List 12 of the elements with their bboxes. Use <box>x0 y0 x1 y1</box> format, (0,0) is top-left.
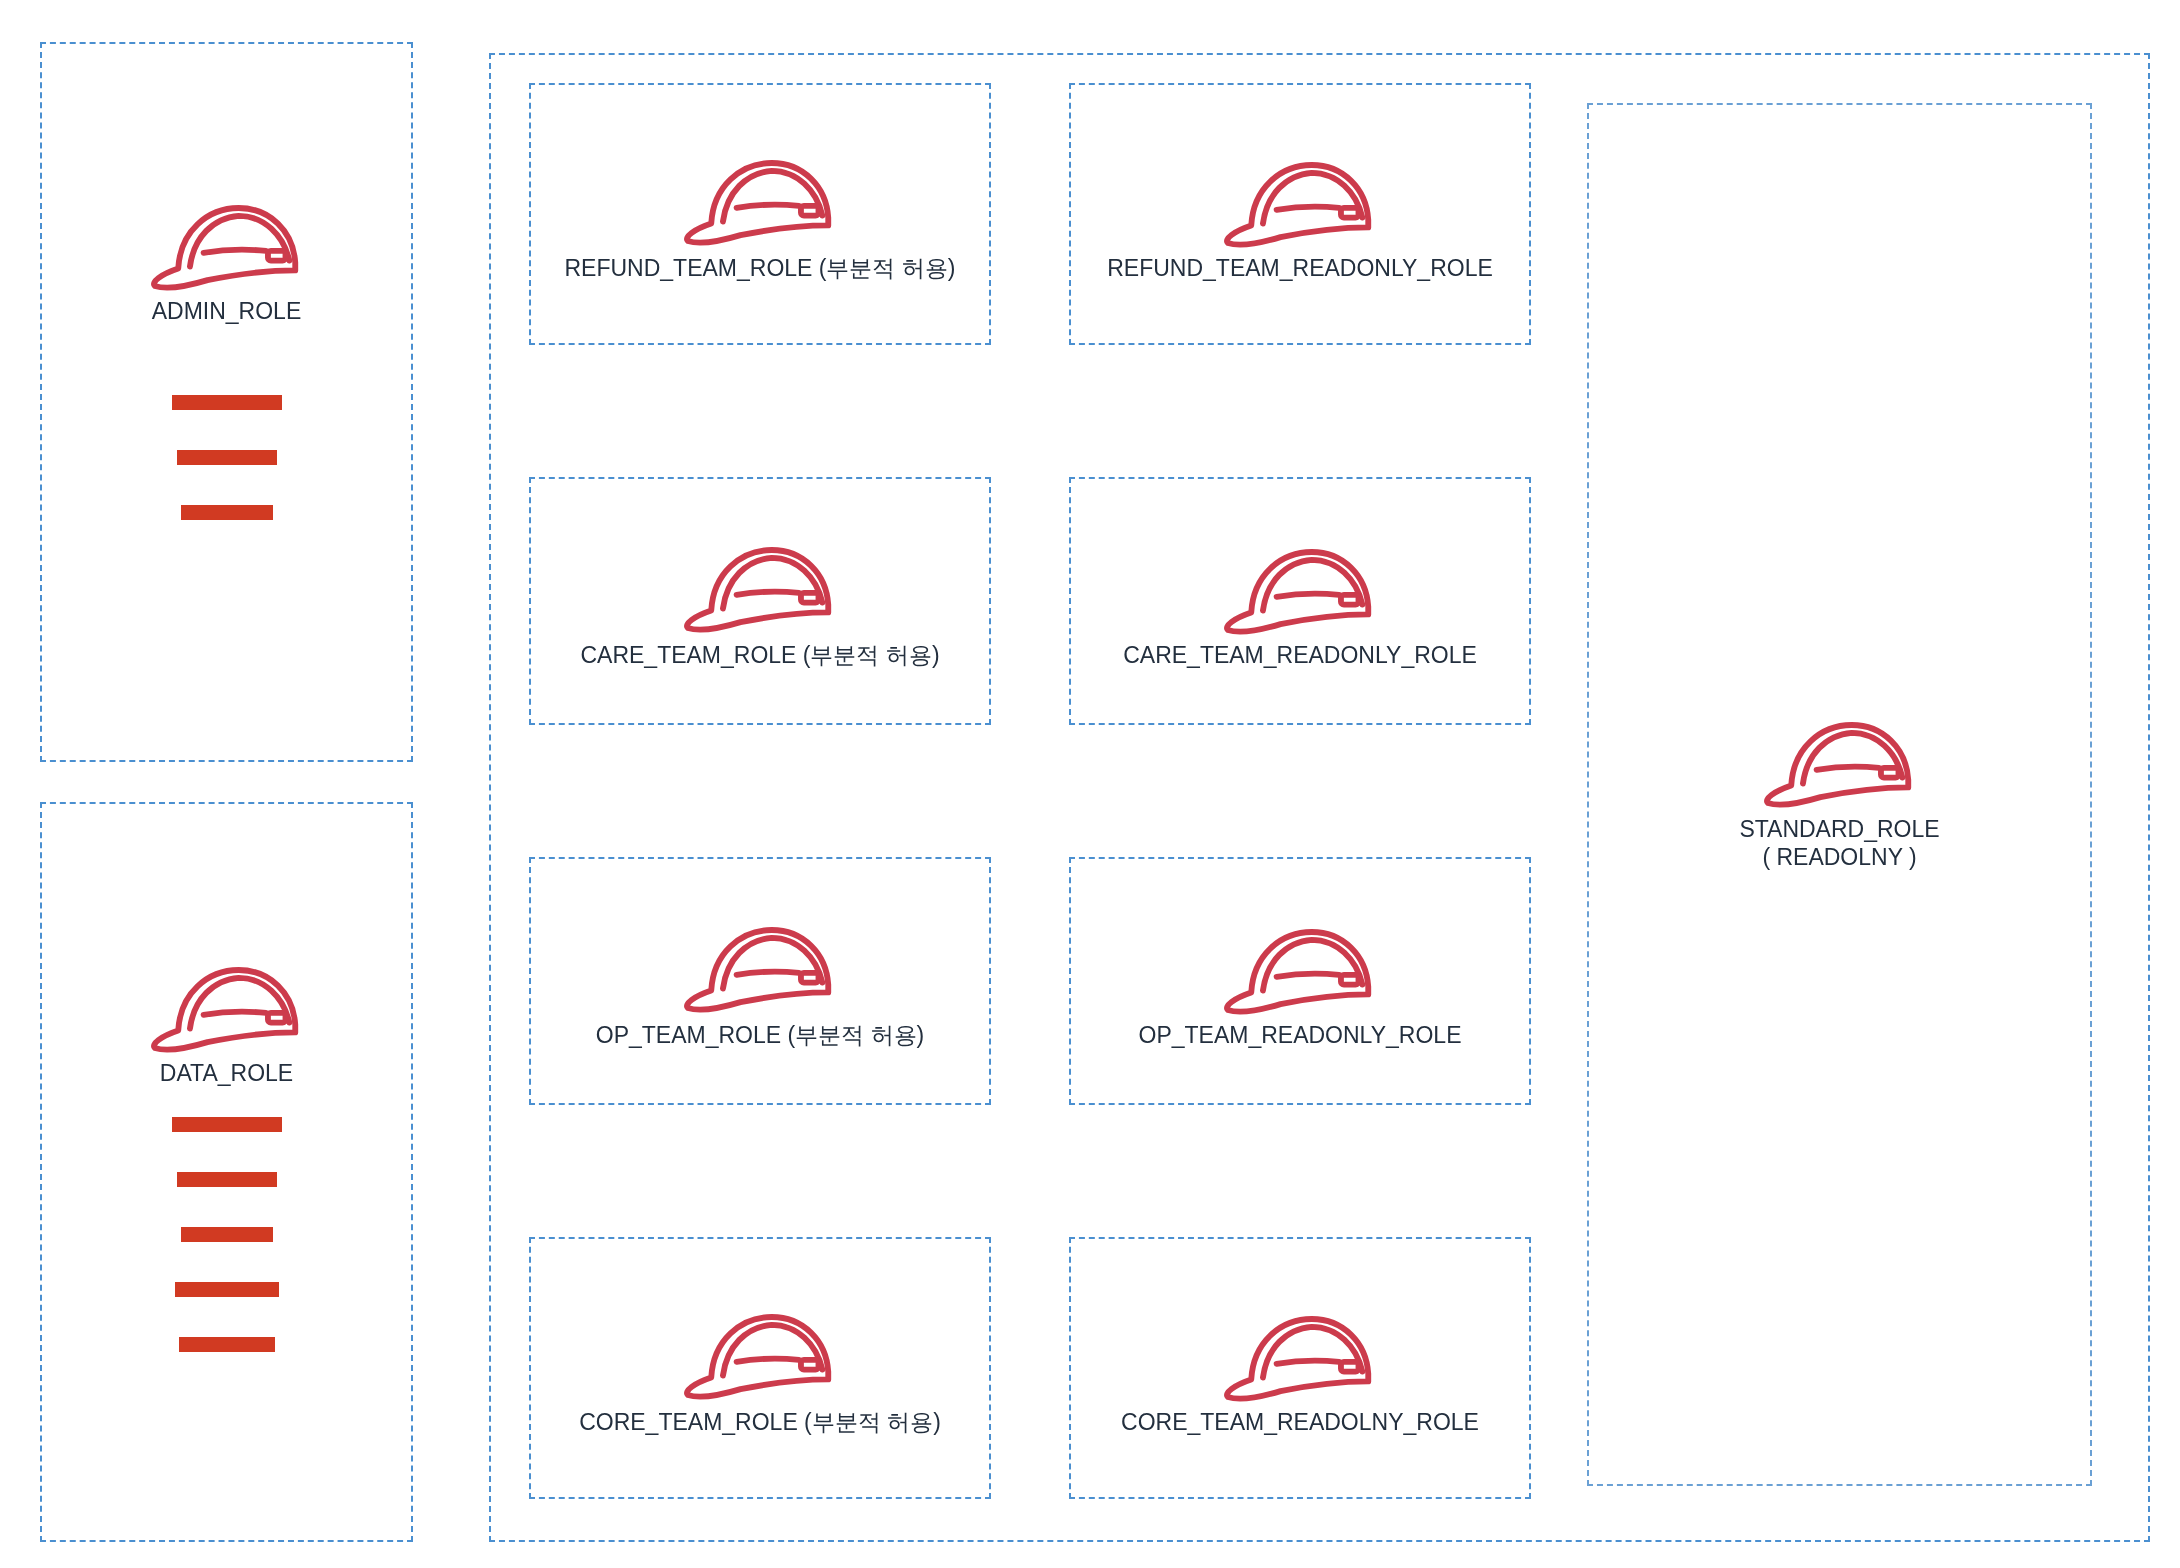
role-label: ( READOLNY ) <box>1762 842 1917 871</box>
role-label: DATA_ROLE <box>159 1060 294 1087</box>
role-label: STANDARD_ROLE <box>1739 814 1940 843</box>
role-label: REFUND_TEAM_READONLY_ROLE <box>1107 254 1493 282</box>
role-label: CARE_TEAM_ROLE (부분적 허용) <box>580 640 940 670</box>
role-label: CORE_TEAM_ROLE (부분적 허용) <box>579 1407 941 1437</box>
role-label: ADMIN_ROLE <box>151 298 302 325</box>
role-label: OP_TEAM_ROLE (부분적 허용) <box>595 1020 925 1050</box>
role-label: CARE_TEAM_READONLY_ROLE <box>1123 641 1477 669</box>
role-label: CORE_TEAM_READOLNY_ROLE <box>1121 1408 1479 1436</box>
role-label: REFUND_TEAM_ROLE (부분적 허용) <box>564 253 956 283</box>
role-label: OP_TEAM_READONLY_ROLE <box>1138 1021 1462 1049</box>
